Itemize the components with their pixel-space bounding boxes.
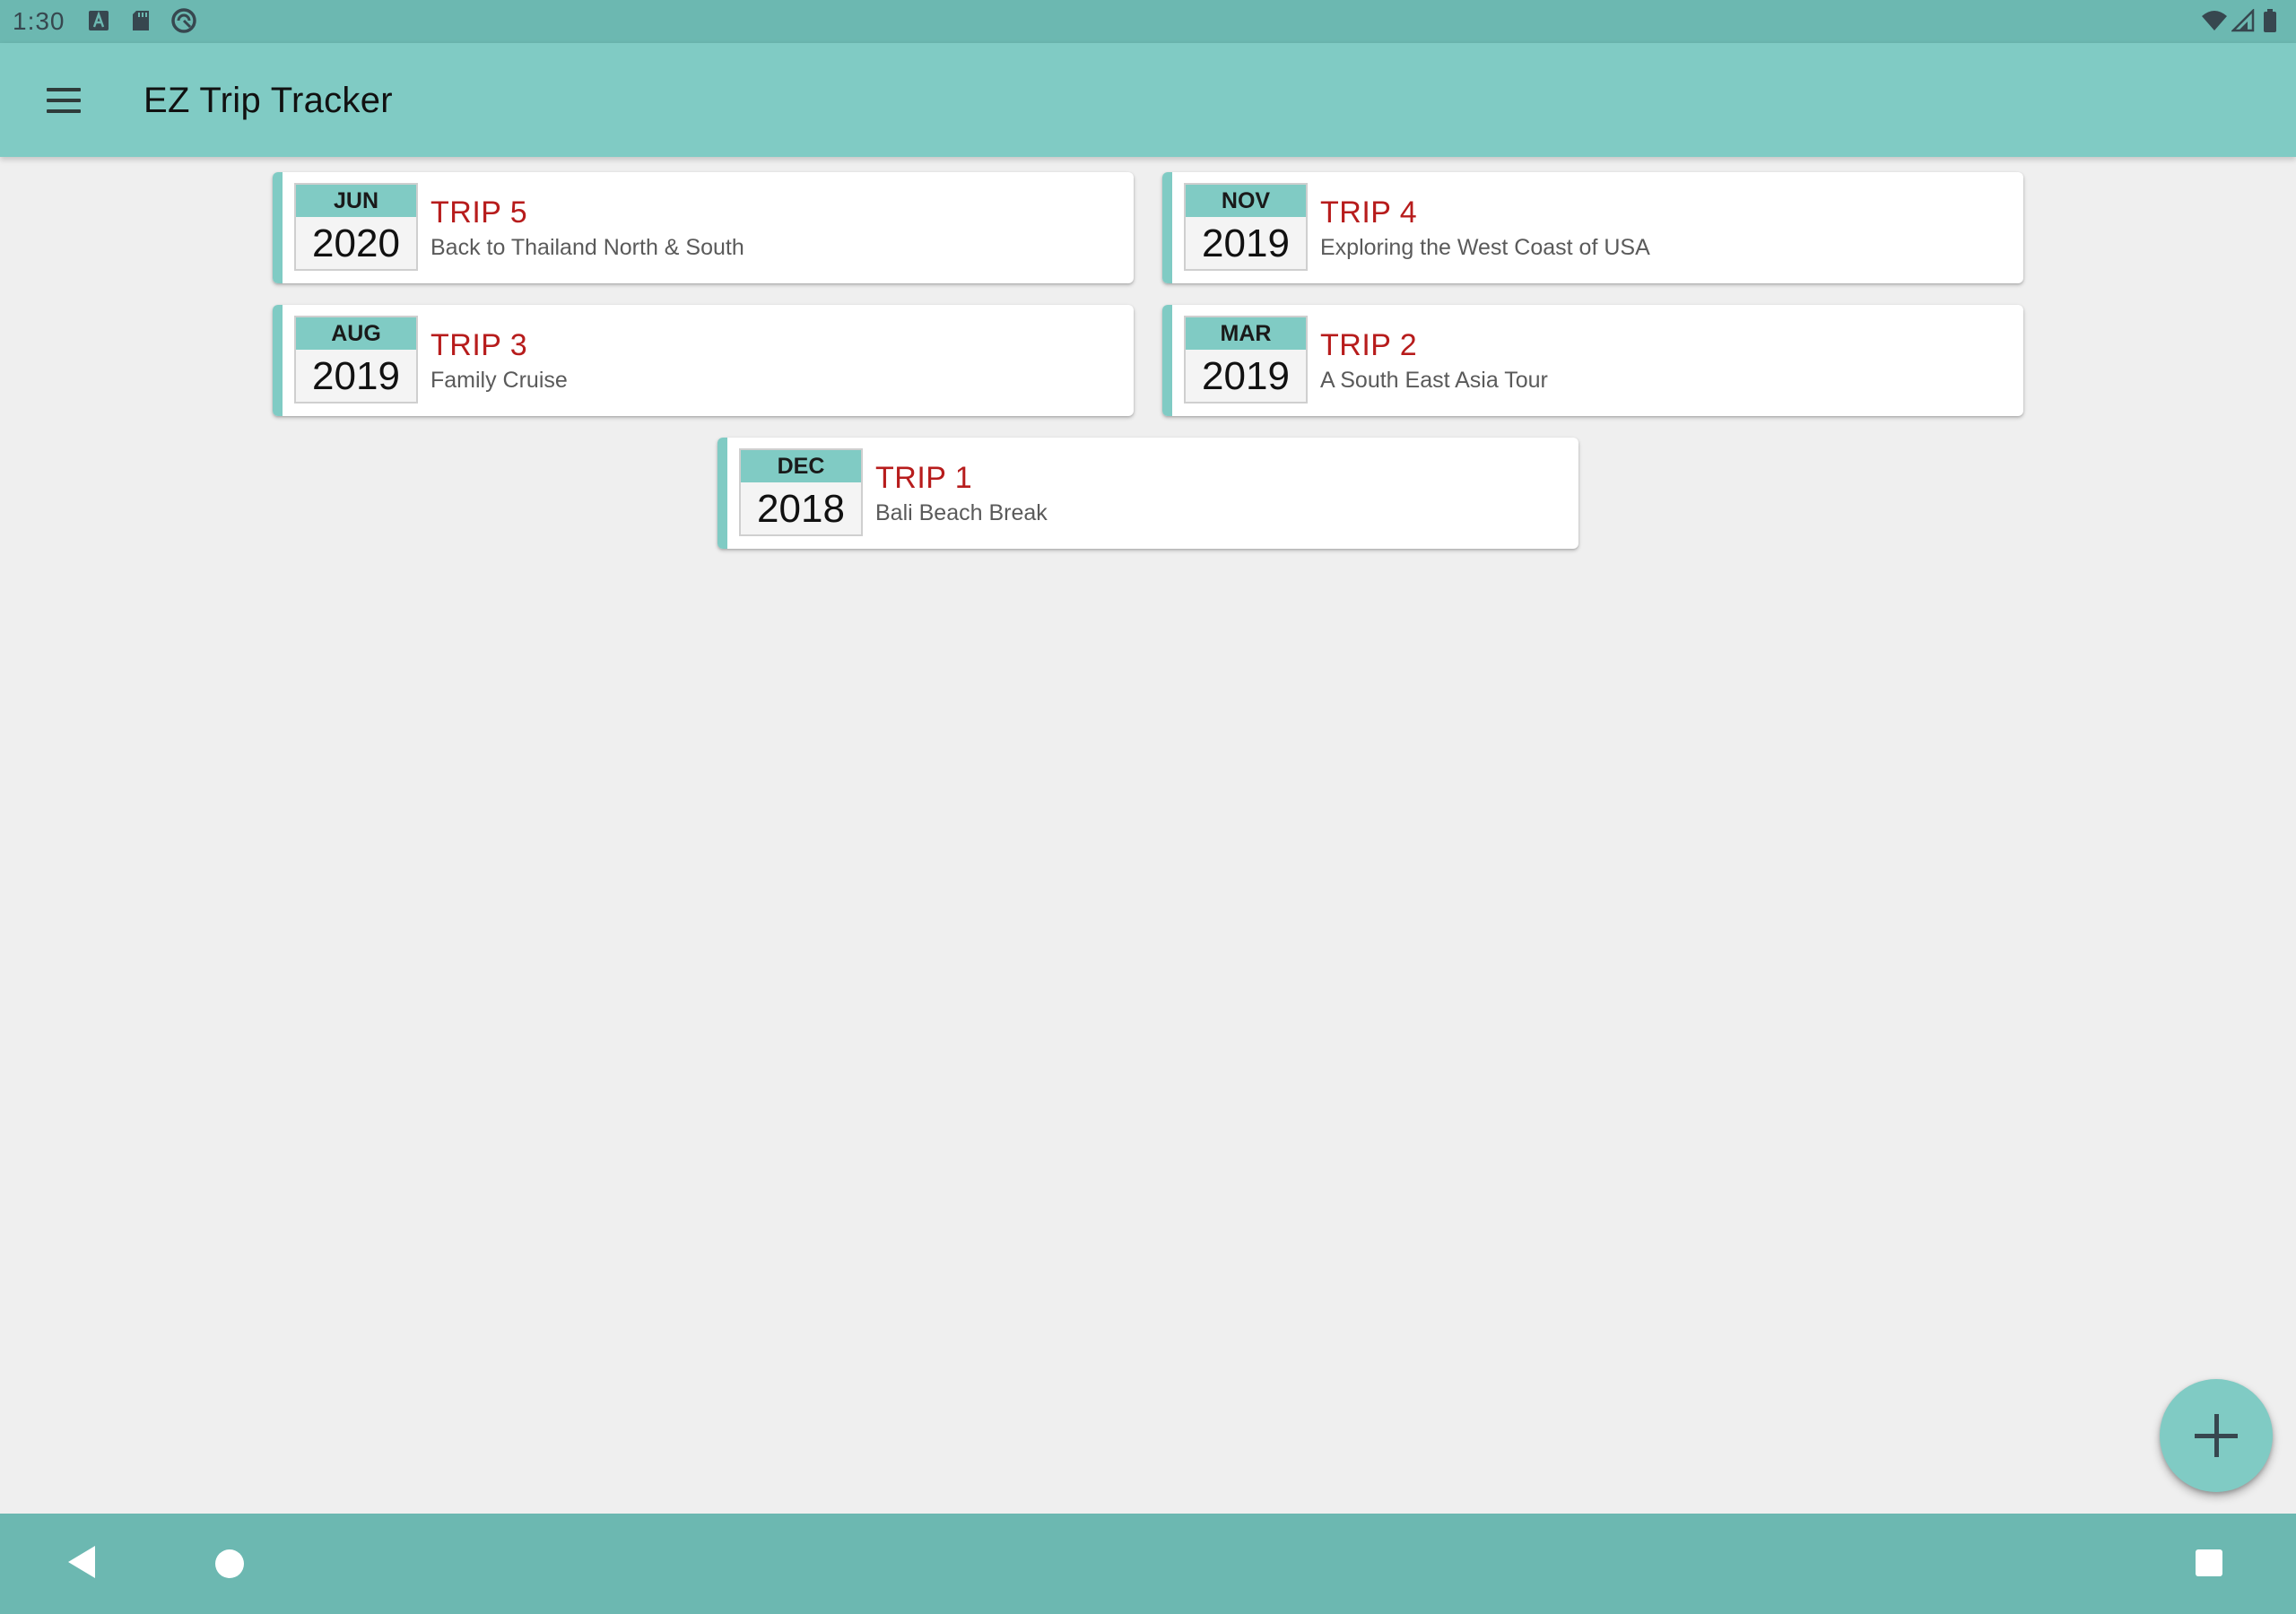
trip-description: Bali Beach Break <box>875 500 1048 525</box>
trip-list: JUN 2020 TRIP 5 Back to Thailand North &… <box>0 157 2296 1514</box>
trip-description: A South East Asia Tour <box>1320 368 1548 393</box>
trip-year: 2018 <box>757 487 845 531</box>
trip-description: Back to Thailand North & South <box>430 235 744 260</box>
card-accent <box>1162 305 1172 416</box>
trip-year: 2020 <box>312 221 400 265</box>
trip-card[interactable]: MAR 2019 TRIP 2 A South East Asia Tour <box>1162 305 2023 416</box>
trip-card[interactable]: NOV 2019 TRIP 4 Exploring the West Coast… <box>1162 172 2023 283</box>
add-trip-button[interactable] <box>2160 1379 2273 1492</box>
sync-circle-icon <box>171 8 196 33</box>
home-icon[interactable] <box>215 1549 244 1578</box>
sd-card-icon <box>133 11 149 30</box>
app-title: EZ Trip Tracker <box>144 81 393 120</box>
menu-bar-line <box>47 109 81 113</box>
card-accent <box>273 305 283 416</box>
date-box: DEC 2018 <box>739 448 863 536</box>
trip-name: TRIP 1 <box>875 461 973 495</box>
trip-card[interactable]: DEC 2018 TRIP 1 Bali Beach Break <box>718 438 1578 549</box>
date-box: AUG 2019 <box>294 316 418 404</box>
menu-bar-line <box>47 88 81 91</box>
date-box: NOV 2019 <box>1184 183 1308 271</box>
status-bar: 1:30 <box>0 0 2296 43</box>
trip-name: TRIP 3 <box>430 328 528 362</box>
app-bar: EZ Trip Tracker <box>0 43 2296 157</box>
trip-name: TRIP 5 <box>430 195 528 230</box>
card-accent <box>273 172 283 283</box>
trip-month: AUG <box>296 317 416 350</box>
card-accent <box>1162 172 1172 283</box>
trip-year: 2019 <box>1202 221 1290 265</box>
date-box: MAR 2019 <box>1184 316 1308 404</box>
trip-card[interactable]: JUN 2020 TRIP 5 Back to Thailand North &… <box>273 172 1134 283</box>
plus-icon <box>2214 1414 2219 1457</box>
trip-description: Exploring the West Coast of USA <box>1320 235 1650 260</box>
trip-description: Family Cruise <box>430 368 568 393</box>
trip-year: 2019 <box>312 354 400 398</box>
wifi-icon <box>2202 11 2227 30</box>
font-a-icon <box>89 11 109 30</box>
trip-month: MAR <box>1186 317 1306 350</box>
trip-month: DEC <box>741 450 861 482</box>
back-icon[interactable] <box>68 1546 95 1578</box>
trip-name: TRIP 2 <box>1320 328 1418 362</box>
trip-year: 2019 <box>1202 354 1290 398</box>
trip-card[interactable]: AUG 2019 TRIP 3 Family Cruise <box>273 305 1134 416</box>
status-time: 1:30 <box>13 7 65 35</box>
hamburger-menu-icon[interactable] <box>32 72 97 129</box>
system-nav-bar <box>0 1514 2296 1614</box>
card-accent <box>718 438 727 549</box>
battery-icon <box>2264 9 2276 32</box>
trip-month: NOV <box>1186 185 1306 217</box>
recents-icon[interactable] <box>2196 1549 2222 1576</box>
trip-name: TRIP 4 <box>1320 195 1418 230</box>
trip-month: JUN <box>296 185 416 217</box>
date-box: JUN 2020 <box>294 183 418 271</box>
signal-icon <box>2231 9 2255 32</box>
menu-bar-line <box>47 99 81 102</box>
